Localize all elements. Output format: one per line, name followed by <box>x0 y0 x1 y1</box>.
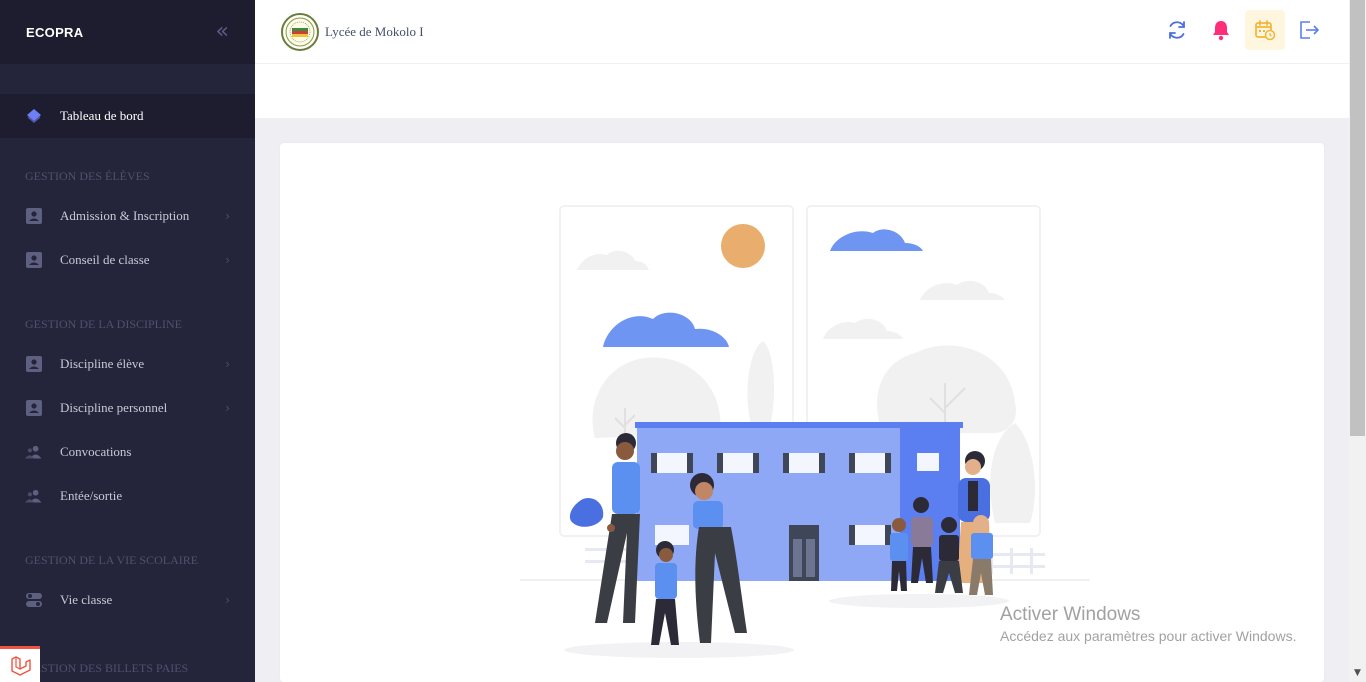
calendar-button[interactable] <box>1245 10 1285 50</box>
windows-watermark-subtitle: Accédez aux paramètres pour activer Wind… <box>1000 628 1297 644</box>
sidebar-item-discipline-personnel[interactable]: Discipline personnel › <box>0 386 255 430</box>
dashboard-card <box>280 143 1324 682</box>
id-card-icon <box>25 207 43 225</box>
brand-name: ECOPRA <box>26 24 84 40</box>
sub-header <box>255 64 1349 118</box>
calendar-icon <box>1255 20 1276 41</box>
users-icon <box>25 443 43 461</box>
id-card-icon <box>25 251 43 269</box>
chevron-right-icon: › <box>225 209 230 223</box>
sidebar-item-discipline-eleve[interactable]: Discipline élève › <box>0 342 255 386</box>
sidebar: ECOPRA « Tableau de bord GESTION DES ÉLÈ… <box>0 0 255 682</box>
windows-watermark-title: Activer Windows <box>1000 604 1141 625</box>
sidebar-item-label: Vie classe <box>60 592 113 607</box>
id-card-icon <box>25 399 43 417</box>
scroll-down-icon[interactable]: ▼ <box>1349 664 1366 682</box>
chevron-right-icon: › <box>225 401 230 415</box>
collapse-sidebar-icon[interactable]: « <box>216 21 229 43</box>
sidebar-item-label: Conseil de classe <box>60 252 150 267</box>
bell-icon <box>1213 21 1229 41</box>
sidebar-item-label: Discipline personnel <box>60 400 168 415</box>
chevron-right-icon: › <box>225 357 230 371</box>
school-family-illustration <box>520 205 1090 658</box>
diamond-icon <box>25 107 43 125</box>
logout-icon <box>1300 21 1319 39</box>
id-card-icon <box>25 355 43 373</box>
section-title-discipline: GESTION DE LA DISCIPLINE <box>25 317 182 331</box>
sidebar-item-entree-sortie[interactable]: Entée/sortie <box>0 474 255 518</box>
sidebar-item-label: Discipline élève <box>60 356 145 371</box>
chevron-right-icon: › <box>225 253 230 267</box>
section-title-vie-scolaire: GESTION DE LA VIE SCOLAIRE <box>25 553 199 567</box>
scrollbar-thumb[interactable] <box>1350 0 1365 436</box>
sidebar-header: ECOPRA « <box>0 0 255 64</box>
refresh-button[interactable] <box>1157 10 1197 50</box>
top-header: Lycée de Mokolo I <box>255 0 1349 64</box>
chevron-right-icon: › <box>225 593 230 607</box>
section-title-eleves: GESTION DES ÉLÈVES <box>25 169 150 183</box>
sidebar-item-dashboard[interactable]: Tableau de bord <box>0 94 255 138</box>
sidebar-item-label: Entée/sortie <box>60 488 123 503</box>
users-icon <box>25 487 43 505</box>
refresh-icon <box>1169 21 1185 39</box>
sidebar-item-label: Tableau de bord <box>60 108 144 123</box>
sidebar-item-label: Admission & Inscription <box>60 208 190 223</box>
sidebar-item-vie-classe[interactable]: Vie classe › <box>0 578 255 622</box>
sidebar-item-convocations[interactable]: Convocations <box>0 430 255 474</box>
school-logo <box>281 12 319 51</box>
sidebar-item-label: Convocations <box>60 444 132 459</box>
sidebar-item-conseil[interactable]: Conseil de classe › <box>0 238 255 282</box>
notifications-button[interactable] <box>1201 10 1241 50</box>
toggle-icon <box>25 591 43 609</box>
logout-button[interactable] <box>1289 10 1329 50</box>
laravel-logo-icon[interactable] <box>0 646 40 682</box>
sidebar-item-admission[interactable]: Admission & Inscription › <box>0 194 255 238</box>
school-name: Lycée de Mokolo I <box>325 23 424 39</box>
